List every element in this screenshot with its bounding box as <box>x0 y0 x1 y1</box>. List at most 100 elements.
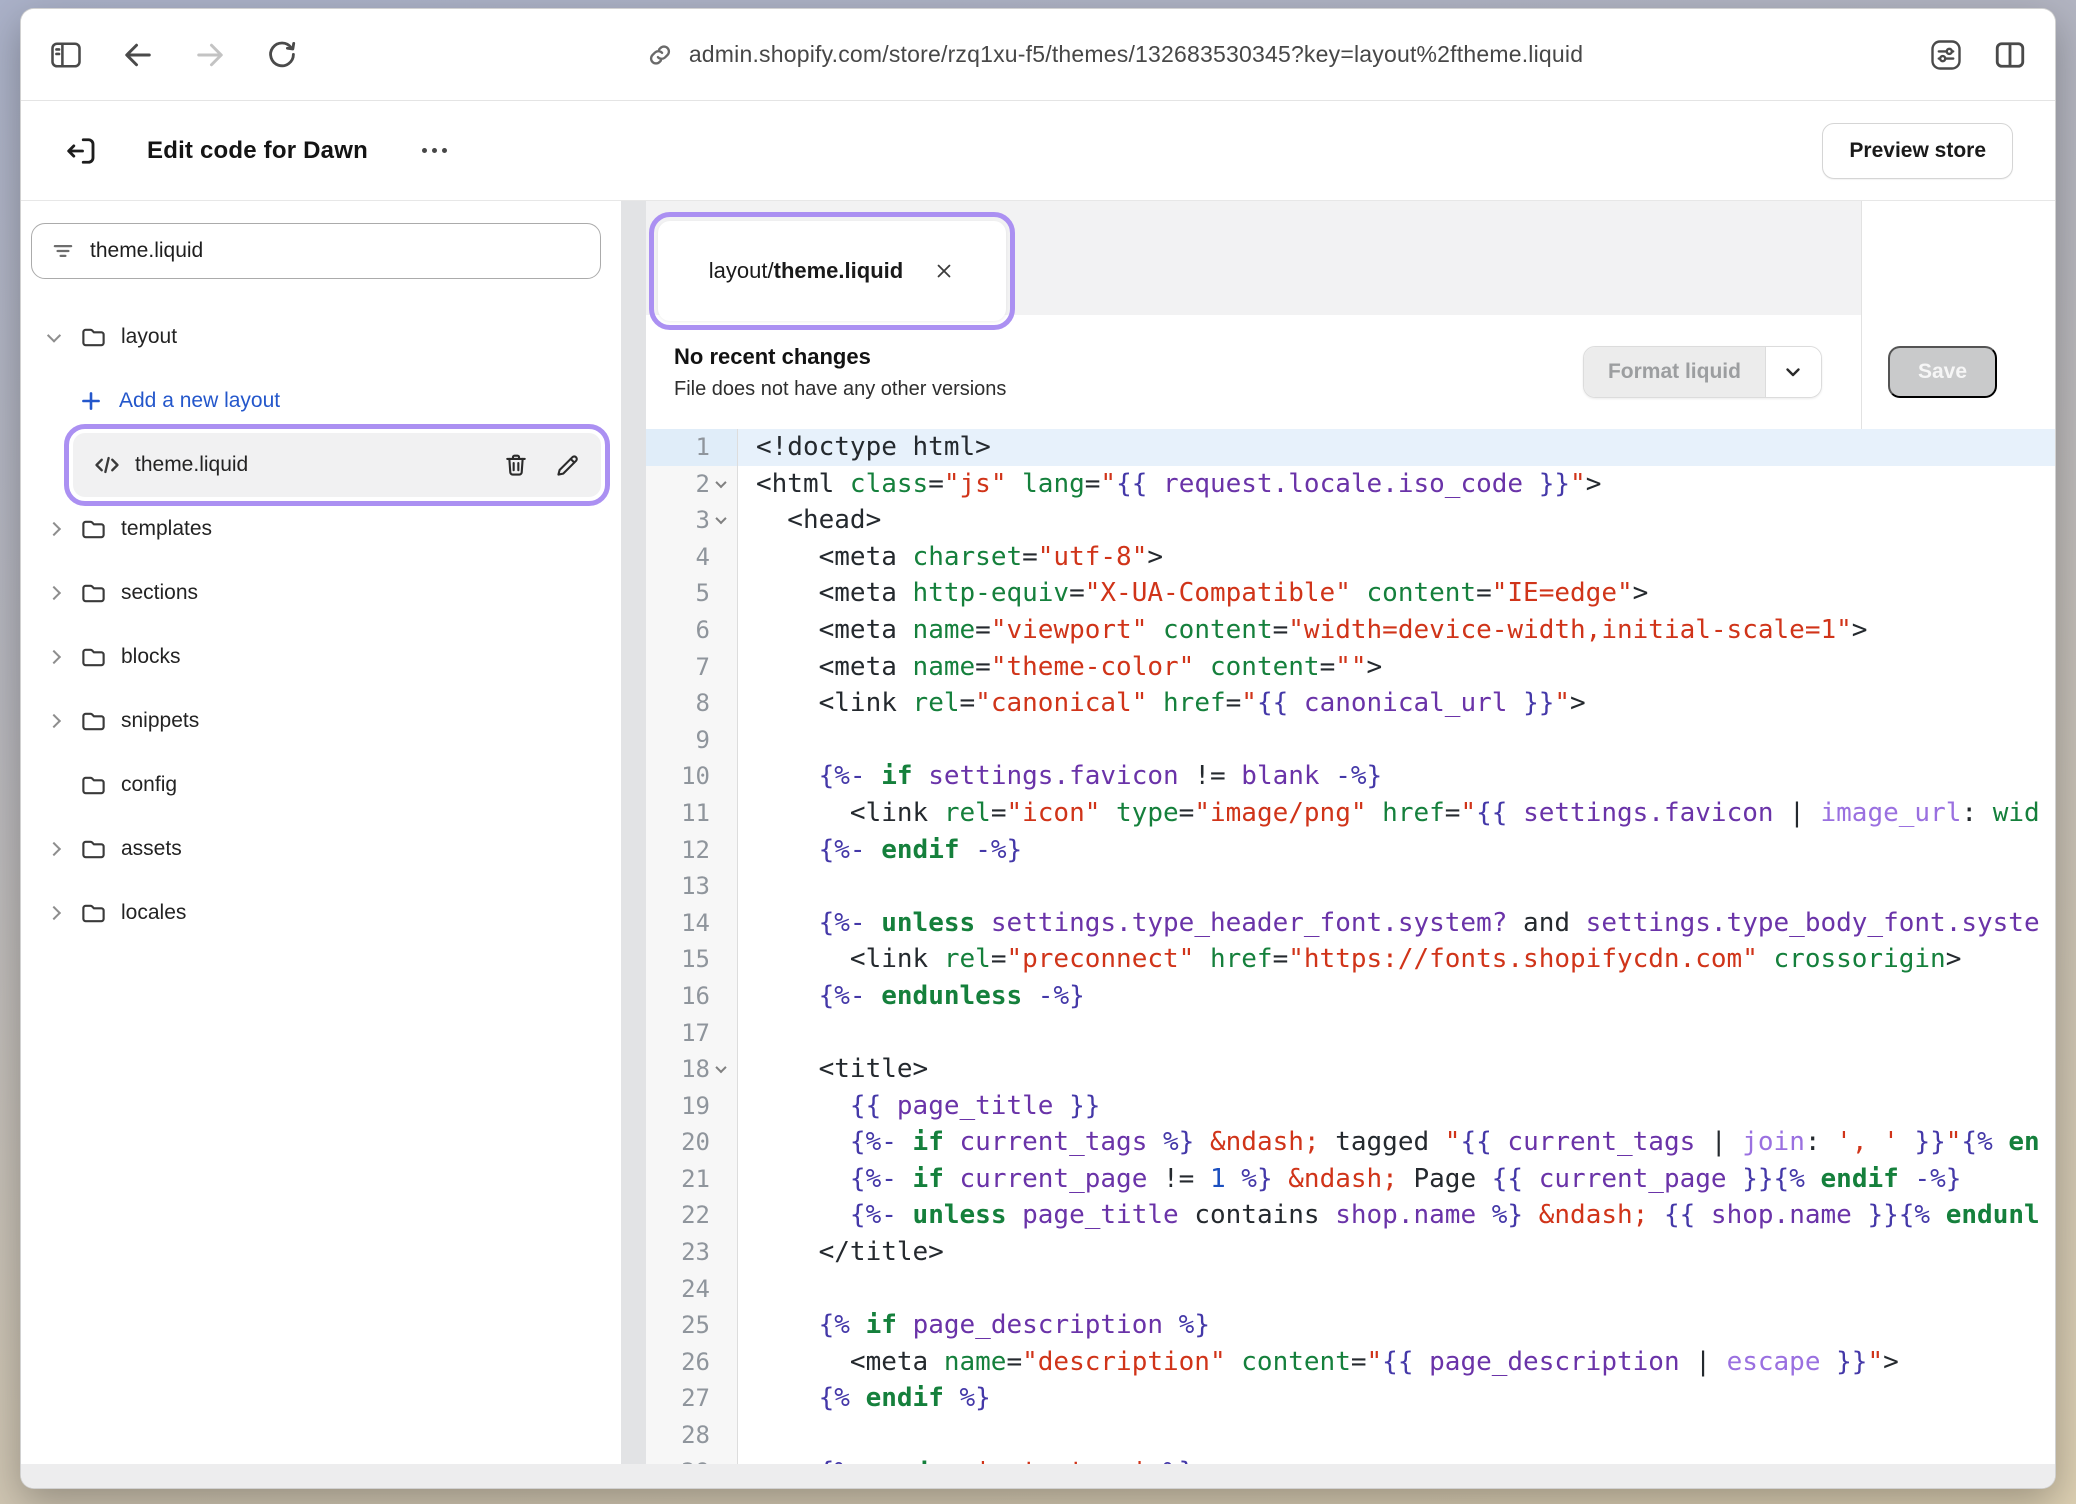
tab-theme-liquid[interactable]: layout/theme.liquid <box>658 221 1006 321</box>
fold-icon[interactable] <box>710 516 732 524</box>
code-line-22[interactable]: 22 {%- unless page_title contains shop.n… <box>646 1197 2055 1234</box>
fold-icon[interactable] <box>710 1065 732 1073</box>
add-layout-button[interactable]: Add a new layout <box>63 369 609 433</box>
delete-icon[interactable] <box>501 450 531 480</box>
status-subtitle: File does not have any other versions <box>674 378 1006 401</box>
code-line-27[interactable]: 27 {% endif %} <box>646 1380 2055 1417</box>
code-text: {%- unless page_title contains shop.name… <box>738 1197 2055 1234</box>
tree-item-layout[interactable]: layout <box>43 305 609 369</box>
code-line-7[interactable]: 7 <meta name="theme-color" content=""> <box>646 649 2055 686</box>
code-text: {%- if current_page != 1 %} &ndash; Page… <box>738 1161 2055 1198</box>
code-line-17[interactable]: 17 <box>646 1015 2055 1052</box>
code-line-8[interactable]: 8 <link rel="canonical" href="{{ canonic… <box>646 685 2055 722</box>
more-icon[interactable] <box>412 138 457 163</box>
code-line-23[interactable]: 23 </title> <box>646 1234 2055 1271</box>
tab-label: layout/theme.liquid <box>709 258 903 284</box>
code-line-19[interactable]: 19 {{ page_title }} <box>646 1088 2055 1125</box>
tree-item-snippets[interactable]: snippets <box>43 689 609 753</box>
code-line-20[interactable]: 20 {%- if current_tags %} &ndash; tagged… <box>646 1124 2055 1161</box>
code-line-29[interactable]: 29 {% render 'meta-tags' %} <box>646 1454 2055 1464</box>
code-line-26[interactable]: 26 <meta name="description" content="{{ … <box>646 1344 2055 1381</box>
code-line-12[interactable]: 12 {%- endif -%} <box>646 832 2055 869</box>
sidebar-divider <box>621 201 646 1464</box>
sidebar-toggle-icon[interactable] <box>47 36 85 74</box>
code-line-25[interactable]: 25 {% if page_description %} <box>646 1307 2055 1344</box>
code-line-11[interactable]: 11 <link rel="icon" type="image/png" hre… <box>646 795 2055 832</box>
code-area[interactable]: 1<!doctype html>2<html class="js" lang="… <box>646 429 2055 1464</box>
editor-header: No recent changes File does not have any… <box>646 315 2055 429</box>
line-number: 24 <box>646 1271 738 1308</box>
tree-item-locales[interactable]: locales <box>43 881 609 945</box>
line-number: 8 <box>646 685 738 722</box>
line-number: 27 <box>646 1380 738 1417</box>
chevron-right-icon[interactable] <box>43 524 65 534</box>
code-line-1[interactable]: 1<!doctype html> <box>646 429 2055 466</box>
code-line-15[interactable]: 15 <link rel="preconnect" href="https://… <box>646 941 2055 978</box>
tree-item-label: assets <box>121 837 182 861</box>
line-number: 25 <box>646 1307 738 1344</box>
code-text: {%- unless settings.type_header_font.sys… <box>738 905 2055 942</box>
line-number: 21 <box>646 1161 738 1198</box>
fold-icon[interactable] <box>710 480 732 488</box>
chevron-down-icon[interactable] <box>1765 347 1821 397</box>
folder-icon <box>79 900 107 927</box>
code-text: {% if page_description %} <box>738 1307 2055 1344</box>
tree-item-templates[interactable]: templates <box>43 497 609 561</box>
code-text: <link rel="canonical" href="{{ canonical… <box>738 685 2055 722</box>
code-line-13[interactable]: 13 <box>646 868 2055 905</box>
line-number: 22 <box>646 1197 738 1234</box>
code-line-4[interactable]: 4 <meta charset="utf-8"> <box>646 539 2055 576</box>
code-line-28[interactable]: 28 <box>646 1417 2055 1454</box>
tree-item-sections[interactable]: sections <box>43 561 609 625</box>
code-text: {% render 'meta-tags' %} <box>738 1454 2055 1464</box>
code-line-18[interactable]: 18 <title> <box>646 1051 2055 1088</box>
code-line-9[interactable]: 9 <box>646 722 2055 759</box>
chevron-right-icon[interactable] <box>43 716 65 726</box>
file-search-input[interactable]: theme.liquid <box>31 223 601 279</box>
code-line-3[interactable]: 3 <head> <box>646 502 2055 539</box>
code-line-2[interactable]: 2<html class="js" lang="{{ request.local… <box>646 466 2055 503</box>
plus-icon <box>77 388 105 414</box>
line-number: 4 <box>646 539 738 576</box>
folder-icon <box>79 324 107 351</box>
version-status: No recent changes File does not have any… <box>674 344 1006 401</box>
code-line-14[interactable]: 14 {%- unless settings.type_header_font.… <box>646 905 2055 942</box>
chevron-right-icon[interactable] <box>43 652 65 662</box>
exit-icon[interactable] <box>61 131 101 171</box>
code-line-5[interactable]: 5 <meta http-equiv="X-UA-Compatible" con… <box>646 575 2055 612</box>
folder-icon <box>79 708 107 735</box>
close-icon[interactable] <box>933 260 955 282</box>
code-line-21[interactable]: 21 {%- if current_page != 1 %} &ndash; P… <box>646 1161 2055 1198</box>
tree-item-blocks[interactable]: blocks <box>43 625 609 689</box>
tree-item-assets[interactable]: assets <box>43 817 609 881</box>
line-number: 6 <box>646 612 738 649</box>
edit-icon[interactable] <box>553 450 583 480</box>
line-number: 29 <box>646 1454 738 1464</box>
format-liquid-label[interactable]: Format liquid <box>1584 347 1765 397</box>
editor-pane: layout/theme.liquid No recent changes Fi… <box>646 201 2055 1464</box>
tree-item-config[interactable]: config <box>43 753 609 817</box>
chevron-down-icon[interactable] <box>43 332 65 342</box>
chevron-right-icon[interactable] <box>43 844 65 854</box>
code-text: <!doctype html> <box>738 429 2055 466</box>
code-line-10[interactable]: 10 {%- if settings.favicon != blank -%} <box>646 758 2055 795</box>
tune-icon[interactable] <box>1927 36 1965 74</box>
tree-item-theme-liquid[interactable]: theme.liquid <box>73 433 601 497</box>
chevron-right-icon[interactable] <box>43 908 65 918</box>
desktop-background: admin.shopify.com/store/rzq1xu-f5/themes… <box>0 0 2076 1504</box>
address-bar[interactable]: admin.shopify.com/store/rzq1xu-f5/themes… <box>301 40 1927 70</box>
preview-store-button[interactable]: Preview store <box>1822 123 2013 179</box>
reload-icon[interactable] <box>263 36 301 74</box>
code-line-16[interactable]: 16 {%- endunless -%} <box>646 978 2055 1015</box>
tree-item-label: layout <box>121 325 177 349</box>
code-text: <title> <box>738 1051 2055 1088</box>
chevron-right-icon[interactable] <box>43 588 65 598</box>
code-text <box>738 1015 2055 1052</box>
save-button[interactable]: Save <box>1888 346 1997 398</box>
code-line-24[interactable]: 24 <box>646 1271 2055 1308</box>
back-icon[interactable] <box>119 36 157 74</box>
split-view-icon[interactable] <box>1991 36 2029 74</box>
line-number: 5 <box>646 575 738 612</box>
forward-icon[interactable] <box>191 36 229 74</box>
code-line-6[interactable]: 6 <meta name="viewport" content="width=d… <box>646 612 2055 649</box>
